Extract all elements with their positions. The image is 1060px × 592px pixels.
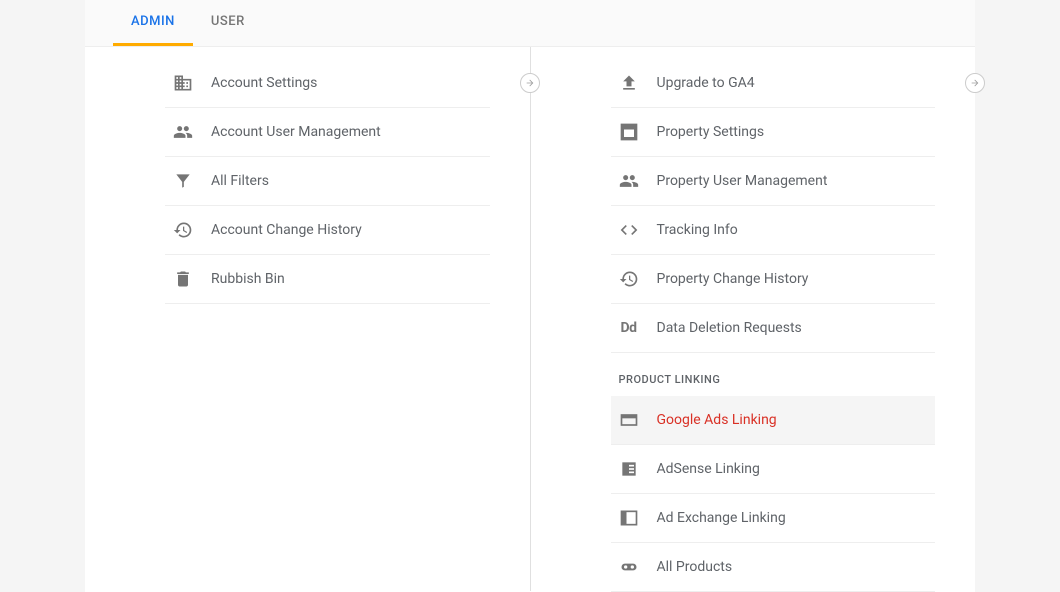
ad-exchange-linking-item[interactable]: Ad Exchange Linking <box>611 494 936 543</box>
arrow-right-icon <box>970 78 980 88</box>
history-icon <box>619 269 639 289</box>
menu-label: Property Settings <box>657 124 765 140</box>
collapse-property-button[interactable] <box>965 73 985 93</box>
menu-label: Rubbish Bin <box>211 271 285 287</box>
property-settings-item[interactable]: Property Settings <box>611 108 936 157</box>
menu-label: Account User Management <box>211 124 381 140</box>
people-icon <box>173 122 193 142</box>
trash-icon <box>173 269 193 289</box>
rubbish-bin-item[interactable]: Rubbish Bin <box>165 255 490 304</box>
menu-label: Upgrade to GA4 <box>657 75 755 91</box>
property-column: Upgrade to GA4 Property Settings Propert… <box>531 47 976 591</box>
tracking-info-item[interactable]: Tracking Info <box>611 206 936 255</box>
menu-label: Google Ads Linking <box>657 412 777 428</box>
menu-label: AdSense Linking <box>657 461 760 477</box>
ads-icon <box>619 410 639 430</box>
code-icon <box>619 220 639 240</box>
menu-label: Data Deletion Requests <box>657 320 802 336</box>
adsense-linking-item[interactable]: AdSense Linking <box>611 445 936 494</box>
menu-label: Property User Management <box>657 173 828 189</box>
tab-user[interactable]: USER <box>193 0 263 46</box>
collapse-account-button[interactable] <box>520 73 540 93</box>
account-user-mgmt-item[interactable]: Account User Management <box>165 108 490 157</box>
menu-label: All Products <box>657 559 733 575</box>
data-deletion-item[interactable]: Dd Data Deletion Requests <box>611 304 936 353</box>
tab-bar: ADMIN USER <box>85 0 975 47</box>
link-icon <box>619 557 639 577</box>
adexchange-icon <box>619 508 639 528</box>
dd-icon: Dd <box>619 318 639 338</box>
upgrade-ga4-item[interactable]: Upgrade to GA4 <box>611 59 936 108</box>
menu-label: Account Settings <box>211 75 317 91</box>
upload-icon <box>619 73 639 93</box>
adsense-icon <box>619 459 639 479</box>
history-icon <box>173 220 193 240</box>
people-icon <box>619 171 639 191</box>
property-history-item[interactable]: Property Change History <box>611 255 936 304</box>
arrow-right-icon <box>525 78 535 88</box>
property-user-mgmt-item[interactable]: Property User Management <box>611 157 936 206</box>
menu-label: Tracking Info <box>657 222 738 238</box>
account-settings-item[interactable]: Account Settings <box>165 59 490 108</box>
all-products-item[interactable]: All Products <box>611 543 936 592</box>
tab-admin[interactable]: ADMIN <box>113 0 193 46</box>
google-ads-linking-item[interactable]: Google Ads Linking <box>611 396 936 445</box>
columns: Account Settings Account User Management… <box>85 47 975 591</box>
menu-label: All Filters <box>211 173 269 189</box>
menu-label: Account Change History <box>211 222 362 238</box>
all-filters-item[interactable]: All Filters <box>165 157 490 206</box>
account-history-item[interactable]: Account Change History <box>165 206 490 255</box>
account-column: Account Settings Account User Management… <box>85 47 531 591</box>
menu-label: Property Change History <box>657 271 809 287</box>
layout-icon <box>619 122 639 142</box>
product-linking-header: PRODUCT LINKING <box>611 353 936 396</box>
building-icon <box>173 73 193 93</box>
admin-panel: ADMIN USER Account Settings Account User… <box>85 0 975 592</box>
filter-icon <box>173 171 193 191</box>
menu-label: Ad Exchange Linking <box>657 510 786 526</box>
